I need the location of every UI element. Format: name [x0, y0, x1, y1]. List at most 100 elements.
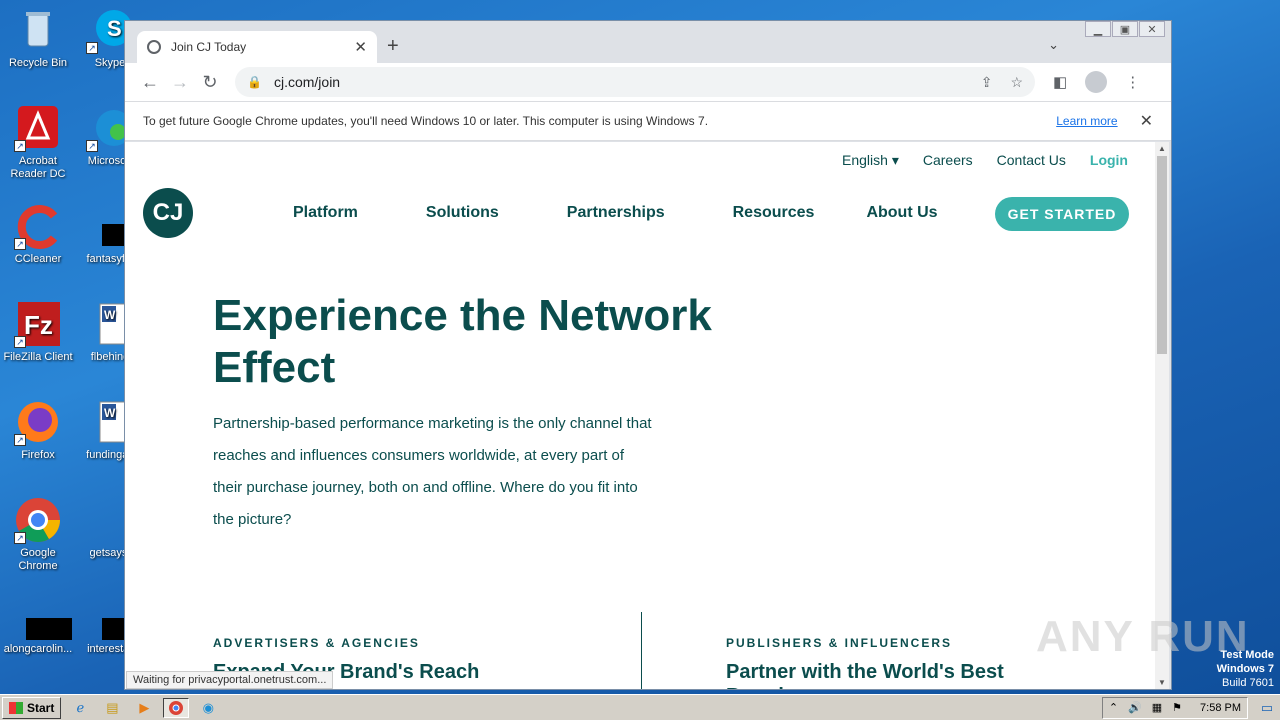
- filezilla-icon: Fz ↗: [14, 300, 62, 348]
- windows-flag-icon: [9, 701, 23, 714]
- caret-down-icon: ▾: [891, 152, 899, 168]
- page-scrollbar[interactable]: ▲ ▼: [1155, 142, 1169, 689]
- contact-us-link[interactable]: Contact Us: [997, 152, 1066, 169]
- globe-icon: [147, 40, 161, 54]
- desktop-icon-label: alongcarolin...: [3, 643, 73, 655]
- firefox-icon: ↗: [14, 398, 62, 446]
- svg-text:Fz: Fz: [24, 310, 53, 340]
- taskbar: Start ℯ ▤ ▶ ◉ ⌃ 🔊 ▦ ⚑ 7:58 PM ▭: [0, 694, 1280, 720]
- close-window-button[interactable]: ✕: [1139, 21, 1165, 37]
- bookmark-star-icon[interactable]: ☆: [1010, 74, 1023, 91]
- start-label: Start: [27, 700, 55, 715]
- url-text[interactable]: cj.com/join: [274, 74, 963, 90]
- clock[interactable]: 7:58 PM: [1200, 702, 1241, 714]
- media-player-taskbar-icon[interactable]: ▶: [131, 698, 157, 718]
- share-icon[interactable]: ⇪: [981, 74, 993, 91]
- scrollbar-thumb[interactable]: [1157, 156, 1167, 354]
- build-label: Build 7601: [1222, 677, 1274, 689]
- desktop-icon-filezilla[interactable]: Fz ↗ FileZilla Client: [0, 300, 76, 364]
- learn-more-link[interactable]: Learn more: [1056, 114, 1117, 128]
- utility-nav: English ▾ Careers Contact Us Login: [842, 152, 1128, 169]
- tab-title: Join CJ Today: [171, 40, 247, 54]
- show-desktop-icon[interactable]: ▭: [1254, 698, 1280, 718]
- logo-text: CJ: [152, 199, 184, 226]
- forward-button[interactable]: →: [165, 72, 195, 93]
- desktop-icon-alongcarolin[interactable]: alongcarolin...: [0, 612, 76, 656]
- close-tab-icon[interactable]: ✕: [354, 38, 367, 56]
- address-bar[interactable]: 🔒 cj.com/join ⇪ ☆: [235, 67, 1035, 97]
- nav-resources[interactable]: Resources: [733, 204, 815, 222]
- desktop-icon-firefox[interactable]: ↗ Firefox: [0, 398, 76, 462]
- nav-platform[interactable]: Platform: [293, 204, 358, 222]
- careers-link[interactable]: Careers: [923, 152, 973, 169]
- desktop-icon-acrobat[interactable]: ↗ Acrobat Reader DC: [0, 104, 76, 181]
- desktop-icon-label: Recycle Bin: [8, 57, 68, 69]
- language-selector[interactable]: English ▾: [842, 152, 899, 169]
- hero-title: Experience the Network Effect: [213, 291, 712, 392]
- svg-text:S: S: [107, 16, 122, 41]
- system-tray: ⌃ 🔊 ▦ ⚑ 7:58 PM: [1101, 696, 1248, 719]
- chrome-window: ▁ ▣ ✕ Join CJ Today ✕ + ⌄ ← → ↻ 🔒 cj.com…: [124, 20, 1172, 690]
- acrobat-icon: ↗: [14, 104, 62, 152]
- login-link[interactable]: Login: [1090, 152, 1128, 169]
- status-bubble: Waiting for privacyportal.onetrust.com..…: [126, 671, 334, 689]
- web-page: English ▾ Careers Contact Us Login CJ Pl…: [125, 142, 1155, 689]
- side-panel-icon[interactable]: ◧: [1053, 73, 1067, 91]
- desktop-icon-label: FileZilla Client: [3, 351, 73, 363]
- scroll-down-arrow-icon[interactable]: ▼: [1155, 678, 1169, 687]
- recycle-bin-icon: [14, 6, 62, 54]
- column-divider: [641, 612, 642, 689]
- file-icon: [14, 612, 72, 640]
- main-nav: Platform Solutions Partnerships Resource…: [293, 204, 1006, 222]
- start-button[interactable]: Start: [2, 696, 62, 719]
- language-label: English: [842, 152, 888, 168]
- tab-search-chevron-icon[interactable]: ⌄: [1048, 37, 1059, 53]
- edge-taskbar-icon[interactable]: ◉: [195, 698, 221, 718]
- chrome-taskbar-icon[interactable]: [163, 697, 190, 718]
- browser-tab[interactable]: Join CJ Today ✕: [137, 31, 377, 63]
- chrome-icon: ↗: [14, 496, 62, 544]
- reload-button[interactable]: ↻: [195, 72, 225, 93]
- window-controls: ▁ ▣ ✕: [1084, 21, 1165, 37]
- nav-about-us[interactable]: About Us: [866, 204, 937, 222]
- desktop-icon-label: CCleaner: [14, 253, 62, 265]
- nav-solutions[interactable]: Solutions: [426, 204, 499, 222]
- update-infobar: To get future Google Chrome updates, you…: [125, 101, 1171, 141]
- action-center-flag-icon[interactable]: ⚑: [1172, 701, 1182, 714]
- test-mode-notice: Test Mode Windows 7 Build 7601: [1217, 648, 1274, 690]
- ccleaner-icon: ↗: [14, 202, 62, 250]
- get-started-button[interactable]: GET STARTED: [995, 197, 1129, 231]
- nav-partnerships[interactable]: Partnerships: [567, 204, 665, 222]
- svg-text:W: W: [104, 308, 116, 322]
- desktop-icon-google-chrome[interactable]: ↗ Google Chrome: [0, 496, 76, 573]
- infobar-message: To get future Google Chrome updates, you…: [143, 114, 709, 128]
- kebab-menu-icon[interactable]: ⋮: [1125, 73, 1140, 91]
- os-name-label: Windows 7: [1216, 663, 1274, 675]
- desktop-icon-label: Google Chrome: [18, 547, 58, 572]
- cj-logo[interactable]: CJ: [143, 188, 193, 238]
- scroll-up-arrow-icon[interactable]: ▲: [1155, 144, 1169, 153]
- test-mode-label: Test Mode: [1220, 649, 1274, 661]
- desktop-icon-ccleaner[interactable]: ↗ CCleaner: [0, 202, 76, 266]
- publishers-label: PUBLISHERS & INFLUENCERS: [726, 636, 953, 650]
- advertisers-label: ADVERTISERS & AGENCIES: [213, 636, 420, 650]
- volume-icon[interactable]: 🔊: [1128, 701, 1142, 714]
- maximize-button[interactable]: ▣: [1112, 21, 1138, 37]
- network-icon[interactable]: ▦: [1152, 701, 1162, 714]
- close-infobar-icon[interactable]: ✕: [1140, 111, 1153, 131]
- svg-text:W: W: [104, 406, 116, 420]
- new-tab-button[interactable]: +: [387, 35, 399, 58]
- hero-body: Partnership-based performance marketing …: [213, 415, 652, 528]
- publishers-heading[interactable]: Partner with the World's Best Brands: [726, 660, 1026, 689]
- desktop-icon-label: Skype: [94, 57, 126, 69]
- ie-taskbar-icon[interactable]: ℯ: [67, 698, 93, 718]
- minimize-button[interactable]: ▁: [1085, 21, 1111, 37]
- back-button[interactable]: ←: [135, 72, 165, 93]
- desktop-icon-label: Firefox: [21, 449, 55, 461]
- desktop-icon-label: Acrobat Reader DC: [10, 155, 66, 180]
- profile-avatar[interactable]: [1085, 71, 1108, 93]
- tray-expand-icon[interactable]: ⌃: [1109, 701, 1118, 714]
- explorer-taskbar-icon[interactable]: ▤: [99, 698, 125, 718]
- desktop-icon-recycle-bin[interactable]: Recycle Bin: [0, 6, 76, 70]
- lock-icon[interactable]: 🔒: [247, 75, 262, 89]
